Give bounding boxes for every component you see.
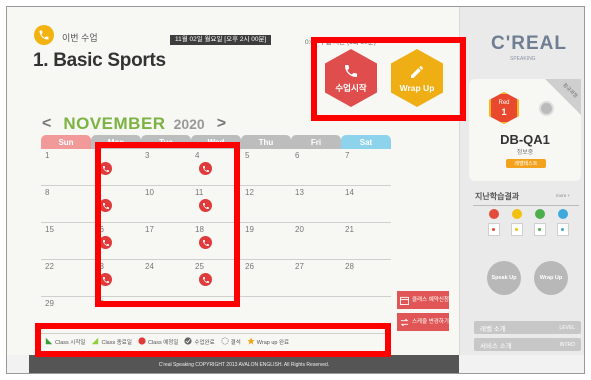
calendar-day[interactable]: 20 <box>291 223 341 259</box>
calendar-day[interactable]: 1 <box>41 149 91 185</box>
history-results <box>482 209 574 236</box>
day-number: 8 <box>45 188 50 197</box>
history-note-icon <box>556 223 569 236</box>
month-label: NOVEMBER <box>63 114 166 133</box>
day-number: 5 <box>245 151 250 160</box>
history-item[interactable] <box>528 209 551 236</box>
day-number: 1 <box>45 151 50 160</box>
speak-up-button[interactable]: Speak Up <box>487 261 521 295</box>
wrap-up-history-label: Wrap Up <box>539 275 563 281</box>
calendar-day[interactable]: 5 <box>241 149 291 185</box>
student-name: 정보중 <box>516 150 534 156</box>
brand-logo: C'REAL <box>491 33 567 54</box>
app-window: 이번 수업 1. Basic Sports 11월 02일 월요일 [오후 2시… <box>6 6 585 374</box>
prev-month-button[interactable]: < <box>42 115 51 133</box>
wrap-up-history-button[interactable]: Wrap Up <box>534 261 568 295</box>
service-intro-link[interactable]: 서비스 소개 INTRO <box>474 338 581 351</box>
history-dot-icon <box>534 209 545 219</box>
history-item[interactable] <box>482 209 505 236</box>
calendar-day[interactable]: 27 <box>291 260 341 296</box>
level-intro-label: 레벨 소개 <box>480 325 506 333</box>
speak-up-label: Speak Up <box>491 275 517 281</box>
swap-arrows-icon <box>400 318 409 326</box>
lesson-title: 1. Basic Sports <box>33 50 166 71</box>
course-code: DB-QA1 <box>500 132 550 147</box>
calendar-day[interactable]: 28 <box>341 260 391 296</box>
day-number: 13 <box>295 188 304 197</box>
history-note-icon <box>487 223 500 236</box>
day-number: 21 <box>345 225 354 234</box>
calendar-day[interactable]: 14 <box>341 186 391 222</box>
phone-icon <box>34 25 54 45</box>
calendar-day[interactable]: 22 <box>41 260 91 296</box>
day-number: 29 <box>45 299 54 308</box>
next-month-button[interactable]: > <box>217 115 226 133</box>
schedule-change-label: 스케줄 변경하기 <box>412 319 449 325</box>
schedule-change-button[interactable]: 스케줄 변경하기 <box>397 313 449 331</box>
level-intro-en: LEVEL <box>559 324 575 331</box>
day-number: 14 <box>345 188 354 197</box>
lesson-datetime: 11월 02일 월요일 [오후 2시 00분] <box>170 35 272 45</box>
day-number: 28 <box>345 262 354 271</box>
calendar-day[interactable]: 19 <box>241 223 291 259</box>
weekday-sun: Sun <box>41 135 91 149</box>
history-more-link[interactable]: more + <box>556 193 570 198</box>
lock-icon <box>539 101 554 116</box>
day-number: 15 <box>45 225 54 234</box>
history-dot-icon <box>557 209 568 219</box>
lesson-label: 이번 수업 <box>62 33 98 43</box>
footer-copyright: C'real Speaking COPYRIGHT 2013 AVALON EN… <box>29 355 459 373</box>
service-intro-en: INTRO <box>559 341 575 348</box>
calendar-day[interactable]: 8 <box>41 186 91 222</box>
level-badge: Red 1 <box>489 92 519 124</box>
calendar-day[interactable]: 13 <box>291 186 341 222</box>
student-card: 정규과정 Red 1 DB-QA1 정보중 레벨테스트 <box>469 79 581 181</box>
day-number: 22 <box>45 262 54 271</box>
level-number: 1 <box>501 107 507 117</box>
year-label: 2020 <box>173 116 205 132</box>
history-item[interactable] <box>551 209 574 236</box>
day-number: 12 <box>245 188 254 197</box>
annotation-box-calendar <box>95 142 240 307</box>
day-number: 20 <box>295 225 304 234</box>
day-number: 27 <box>295 262 304 271</box>
calendar-day[interactable]: 21 <box>341 223 391 259</box>
annotation-box-legend <box>35 323 391 357</box>
day-number: 26 <box>245 262 254 271</box>
class-reservation-label: 클래스 예약신청 <box>412 297 449 303</box>
day-number: 6 <box>295 151 300 160</box>
history-note-icon <box>510 223 523 236</box>
level-test-button[interactable]: 레벨테스트 <box>506 159 546 168</box>
month-navigator: < NOVEMBER 2020 > <box>42 114 226 134</box>
day-number: 19 <box>245 225 254 234</box>
weekday-sat: Sat <box>341 135 391 149</box>
history-title: 지난학습결과 <box>475 192 520 201</box>
class-reservation-button[interactable]: 클래스 예약신청 <box>397 291 449 309</box>
brand-logo-sub: SPEAKING <box>510 56 536 62</box>
service-intro-label: 서비스 소개 <box>480 342 512 350</box>
calendar-day[interactable]: 12 <box>241 186 291 222</box>
calendar-day[interactable]: 26 <box>241 260 291 296</box>
calendar-icon <box>400 296 409 305</box>
history-dot-icon <box>511 209 522 219</box>
calendar-day[interactable]: 6 <box>291 149 341 185</box>
history-dot-icon <box>488 209 499 219</box>
history-note-icon <box>533 223 546 236</box>
day-number: 7 <box>345 151 350 160</box>
calendar-day[interactable]: 15 <box>41 223 91 259</box>
level-intro-link[interactable]: 레벨 소개 LEVEL <box>474 321 581 334</box>
history-item[interactable] <box>505 209 528 236</box>
annotation-box-actions <box>311 37 466 121</box>
calendar-day[interactable]: 7 <box>341 149 391 185</box>
history-divider <box>473 205 579 206</box>
weekday-fri: Fri <box>291 135 341 149</box>
weekday-thu: Thu <box>241 135 291 149</box>
